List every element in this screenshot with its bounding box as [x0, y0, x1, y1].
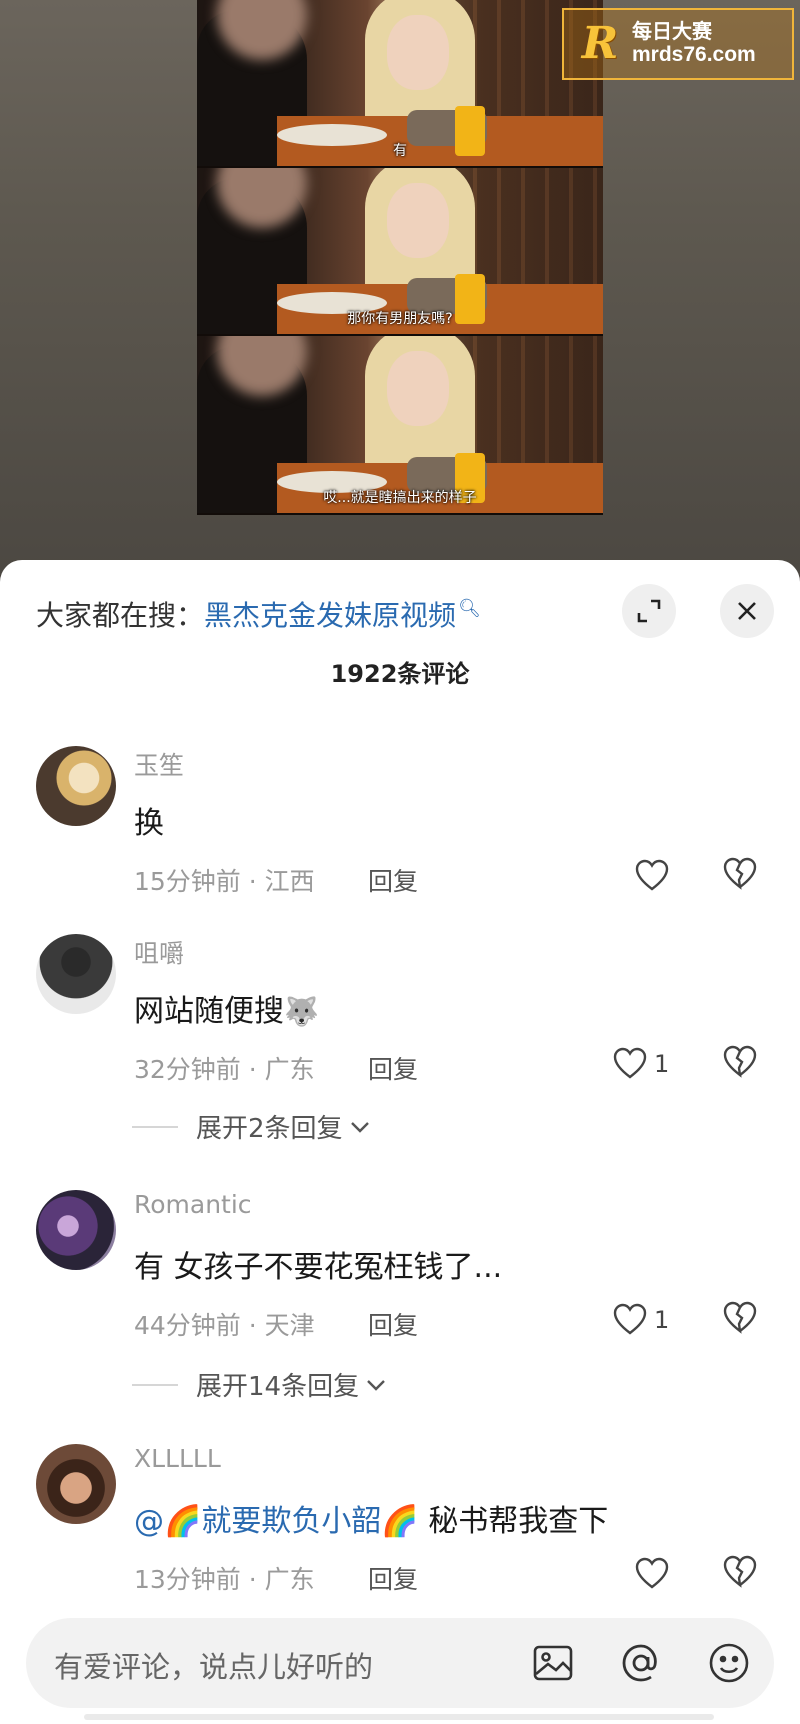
video-subtitle: 有 [393, 143, 407, 159]
avatar[interactable] [36, 746, 116, 826]
comment-text: 换 [134, 806, 164, 841]
reply-button[interactable]: 回复 [368, 1050, 418, 1086]
like-button[interactable] [634, 856, 670, 896]
reply-button[interactable]: 回复 [368, 1560, 418, 1596]
expand-icon [637, 599, 661, 623]
video-panel-1: 有 [197, 0, 603, 168]
comment-item: 玉笙 换 15分钟前 · 江西 回复 [0, 746, 800, 906]
home-indicator [84, 1714, 714, 1720]
comment-text-body: 秘书帮我查下 [418, 1504, 609, 1539]
comment-sheet: 大家都在搜： 黑杰克金发妹原视频 🔍︎ 1922条评论 玉笙 换 15分钟前 ·… [0, 560, 800, 1724]
comment-username[interactable]: XLLLLL [134, 1444, 221, 1473]
expand-button[interactable] [622, 584, 676, 638]
video-subtitle: 哎...就是瞎搞出来的样子 [323, 490, 477, 506]
watermark-url: mrds76.com [632, 43, 756, 67]
watermark-brand: 每日大赛 [632, 19, 712, 44]
comment-input[interactable]: 有爱评论，说点儿好听的 [54, 1644, 373, 1686]
chevron-down-icon [367, 1379, 385, 1391]
expand-replies-button[interactable]: 展开14条回复 [132, 1366, 389, 1403]
heart-icon [635, 1557, 669, 1589]
like-count: 1 [654, 1306, 670, 1334]
comment-item: XLLLLL @🌈就要欺负小韶🌈 秘书帮我查下 13分钟前 · 广东 回复 [0, 1444, 800, 1604]
like-button[interactable]: 1 [612, 1300, 669, 1340]
video-player[interactable]: 有 那你有男朋友嗎? 哎...就是瞎搞出来的样子 [197, 0, 603, 515]
like-button[interactable] [634, 1554, 670, 1594]
video-background[interactable]: 有 那你有男朋友嗎? 哎...就是瞎搞出来的样子 R 每日大赛 mrds76.c… [0, 0, 800, 575]
like-count: 1 [654, 1050, 670, 1078]
video-panel-2: 那你有男朋友嗎? [197, 168, 603, 336]
reply-button[interactable]: 回复 [368, 862, 418, 898]
comment-username[interactable]: 咀嚼 [134, 934, 184, 970]
close-icon [738, 602, 756, 620]
search-icon: 🔍︎ [458, 597, 481, 619]
wolf-emoji-icon: 🐺 [284, 995, 319, 1028]
like-button[interactable]: 1 [612, 1044, 669, 1084]
broken-heart-icon[interactable] [722, 1300, 758, 1336]
video-subtitle: 那你有男朋友嗎? [347, 311, 453, 327]
video-panel-3: 哎...就是瞎搞出来的样子 [197, 336, 603, 515]
avatar[interactable] [36, 934, 116, 1014]
heart-icon [613, 1047, 647, 1079]
comment-meta: 44分钟前 · 天津 [134, 1311, 315, 1340]
comment-meta: 32分钟前 · 广东 [134, 1055, 315, 1084]
comment-meta: 13分钟前 · 广东 [134, 1565, 315, 1594]
comment-item: 咀嚼 网站随便搜🐺 32分钟前 · 广东 回复 1 展开2条回复 [0, 934, 800, 1144]
chevron-down-icon [350, 1121, 369, 1133]
comment-text: 网站随便搜🐺 [134, 986, 319, 1030]
at-icon[interactable] [618, 1640, 664, 1686]
comment-text: 有 女孩子不要花冤枉钱了... [134, 1250, 503, 1285]
comment-item: Romantic 有 女孩子不要花冤枉钱了... 44分钟前 · 天津 回复 1… [0, 1190, 800, 1402]
reply-button[interactable]: 回复 [368, 1306, 418, 1342]
close-button[interactable] [720, 584, 774, 638]
image-icon[interactable] [530, 1640, 576, 1686]
expand-replies-label: 展开14条回复 [196, 1372, 360, 1402]
comment-text: @🌈就要欺负小韶🌈 秘书帮我查下 [134, 1496, 608, 1540]
comment-username[interactable]: Romantic [134, 1190, 252, 1219]
comment-meta: 15分钟前 · 江西 [134, 867, 315, 896]
expand-replies-label: 展开2条回复 [196, 1114, 343, 1144]
watermark: R 每日大赛 mrds76.com [562, 8, 794, 80]
comment-username[interactable]: 玉笙 [134, 746, 184, 782]
expand-replies-button[interactable]: 展开2条回复 [132, 1108, 373, 1145]
avatar[interactable] [36, 1190, 116, 1270]
comment-text-body: 网站随便搜 [134, 994, 284, 1029]
avatar[interactable] [36, 1444, 116, 1524]
mention-link[interactable]: @🌈就要欺负小韶🌈 [134, 1504, 419, 1539]
broken-heart-icon[interactable] [722, 856, 758, 892]
heart-icon [613, 1303, 647, 1335]
heart-icon [635, 859, 669, 891]
comment-count: 1922条评论 [330, 660, 470, 688]
search-prefix: 大家都在搜： [36, 599, 205, 632]
search-term-link[interactable]: 黑杰克金发妹原视频 [204, 594, 456, 634]
broken-heart-icon[interactable] [722, 1044, 758, 1080]
comment-input-bar[interactable]: 有爱评论，说点儿好听的 [26, 1618, 774, 1708]
watermark-logo: R [581, 18, 619, 69]
trending-search[interactable]: 大家都在搜： 黑杰克金发妹原视频 🔍︎ [36, 586, 481, 642]
emoji-icon[interactable] [706, 1640, 752, 1686]
broken-heart-icon[interactable] [722, 1554, 758, 1590]
